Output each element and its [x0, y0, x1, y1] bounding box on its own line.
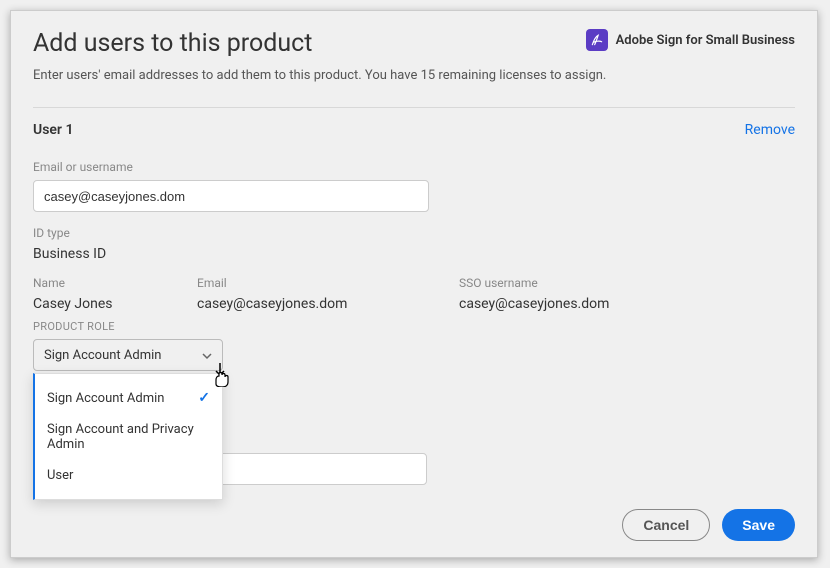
add-users-modal: Add users to this product Adobe Sign for…: [10, 10, 818, 558]
role-option-user[interactable]: User: [35, 460, 222, 491]
cancel-button[interactable]: Cancel: [622, 509, 710, 541]
role-option-sign-privacy-admin[interactable]: Sign Account and Privacy Admin: [35, 414, 222, 460]
product-role-dropdown: Sign Account Admin ✓ Sign Account and Pr…: [33, 373, 223, 500]
email-label: Email or username: [33, 160, 795, 174]
role-option-label: User: [47, 468, 73, 483]
product-badge: Adobe Sign for Small Business: [586, 29, 795, 51]
modal-footer: Cancel Save: [622, 509, 795, 541]
role-option-sign-account-admin[interactable]: Sign Account Admin ✓: [35, 382, 222, 414]
check-icon: ✓: [198, 390, 210, 406]
modal-subtitle: Enter users' email addresses to add them…: [33, 68, 795, 83]
sso-value: casey@caseyjones.dom: [459, 296, 707, 312]
email-col-value: casey@caseyjones.dom: [197, 296, 445, 312]
email-input[interactable]: [33, 180, 429, 212]
user-section-header: User 1 Remove: [33, 122, 795, 138]
product-role-select-wrap: Sign Account Admin Sign Account Admin ✓ …: [33, 339, 223, 371]
product-role-group: PRODUCT ROLE Sign Account Admin Sign Acc…: [33, 320, 795, 371]
product-role-label: PRODUCT ROLE: [33, 320, 795, 333]
user-details-columns: Name Casey Jones Email casey@caseyjones.…: [33, 276, 795, 312]
role-option-label: Sign Account and Privacy Admin: [47, 422, 210, 452]
secondary-input[interactable]: [221, 453, 427, 485]
product-name: Adobe Sign for Small Business: [616, 33, 795, 48]
id-type-label: ID type: [33, 226, 795, 240]
email-field-group: Email or username: [33, 160, 795, 212]
name-label: Name: [33, 276, 183, 290]
role-option-label: Sign Account Admin: [47, 391, 164, 406]
sso-label: SSO username: [459, 276, 707, 290]
product-role-select[interactable]: Sign Account Admin: [33, 339, 223, 371]
product-role-selected: Sign Account Admin: [44, 348, 161, 363]
save-button[interactable]: Save: [722, 509, 795, 541]
id-type-group: ID type Business ID: [33, 226, 795, 262]
id-type-value: Business ID: [33, 246, 795, 262]
adobe-sign-icon: [586, 29, 608, 51]
user-section-label: User 1: [33, 122, 73, 138]
page-title: Add users to this product: [33, 29, 312, 58]
remove-user-link[interactable]: Remove: [745, 122, 795, 138]
email-col-label: Email: [197, 276, 445, 290]
divider: [33, 107, 795, 108]
name-value: Casey Jones: [33, 296, 183, 312]
chevron-down-icon: [202, 350, 212, 360]
modal-header: Add users to this product Adobe Sign for…: [33, 29, 795, 58]
